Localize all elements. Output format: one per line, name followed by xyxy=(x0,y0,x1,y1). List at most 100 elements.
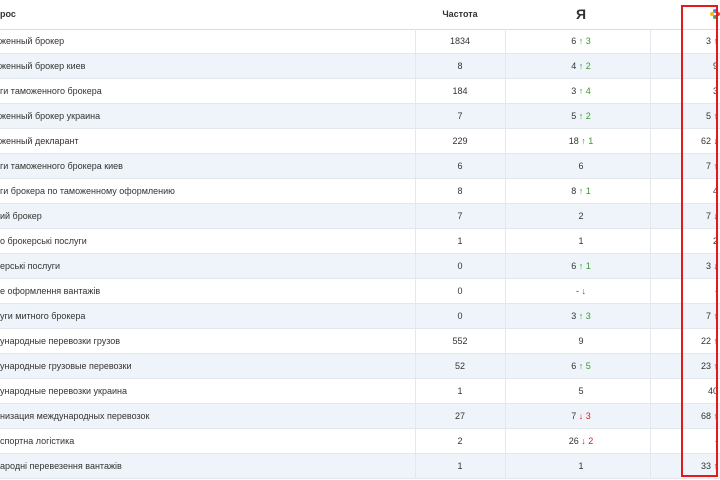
table-row[interactable]: уги митного брокера 0 3 ↑ 3 7 ↑ xyxy=(0,304,720,329)
yandex-position-cell: 6 ↑ 3 xyxy=(521,29,641,54)
yandex-position-cell: 3 ↑ 3 xyxy=(521,304,641,329)
table-row[interactable]: ги таможенного брокера 184 3 ↑ 4 3 xyxy=(0,79,720,104)
arrow-up-icon: ↑ xyxy=(710,336,718,346)
table-row[interactable]: ги таможенного брокера киев 6 6 7 ↑ xyxy=(0,154,720,179)
table-row[interactable]: ий брокер 7 2 7 ↓ xyxy=(0,204,720,229)
frequency-cell: 7 xyxy=(457,211,463,221)
query-cell[interactable]: ги брокера по таможенному оформлению xyxy=(0,179,175,204)
arrow-down-icon: ↓ xyxy=(710,211,718,221)
yandex-position-cell: 26 ↓ 2 xyxy=(521,429,641,454)
arrow-down-icon: ↓ xyxy=(578,436,586,446)
query-cell[interactable]: женный брокер xyxy=(0,29,64,54)
yandex-position-cell: 2 xyxy=(521,204,641,229)
query-cell[interactable]: ий брокер xyxy=(0,204,42,229)
frequency-cell: 0 xyxy=(457,286,463,296)
table-row[interactable]: спортна логістика 2 26 ↓ 2- xyxy=(0,429,720,454)
table-row[interactable]: ародні перевезення вантажів 1 1 33 ↑ xyxy=(0,454,720,479)
yandex-position-cell: 6 ↑ 1 xyxy=(521,254,641,279)
query-cell[interactable]: низация международных перевозок xyxy=(0,404,149,429)
table-row[interactable]: ународные грузовые перевозки 52 6 ↑ 5 23 ↑ xyxy=(0,354,720,379)
query-cell[interactable]: ународные перевозки грузов xyxy=(0,329,120,354)
yandex-column-header[interactable]: Я xyxy=(556,0,606,29)
yandex-position-cell: 6 xyxy=(521,154,641,179)
query-cell[interactable]: о брокерські послуги xyxy=(0,229,87,254)
table-row[interactable]: ерські послуги 0 6 ↑ 1 3 ↓ xyxy=(0,254,720,279)
query-cell[interactable]: женный брокер киев xyxy=(0,54,85,79)
query-cell[interactable]: спортна логістика xyxy=(0,429,74,454)
frequency-cell: 8 xyxy=(457,61,463,71)
frequency-cell: 8 xyxy=(457,186,463,196)
column-divider xyxy=(505,129,506,153)
column-divider xyxy=(505,429,506,453)
yandex-position-delta: 2 xyxy=(583,111,591,121)
arrow-down-icon: ↓ xyxy=(710,136,718,146)
query-cell[interactable]: ерські послуги xyxy=(0,254,60,279)
google-position-cell: 2 xyxy=(650,229,718,254)
arrow-up-icon: ↑ xyxy=(710,161,718,171)
yandex-position-delta: 2 xyxy=(585,436,594,446)
google-position-value: 4 xyxy=(712,186,718,196)
yandex-position-value: 9 xyxy=(578,336,584,346)
yandex-position-delta: 2 xyxy=(583,61,591,71)
yandex-position-value: 1 xyxy=(578,461,584,471)
google-position-cell: 5 ↑ xyxy=(650,104,718,129)
column-divider xyxy=(505,229,506,253)
table-row[interactable]: ународные перевозки украина 1 5 40 xyxy=(0,379,720,404)
query-cell[interactable]: женный брокер украина xyxy=(0,104,100,129)
google-position-cell: 22 ↑ xyxy=(650,329,718,354)
table-row[interactable]: женный брокер 1834 6 ↑ 33 ↑ xyxy=(0,29,720,54)
yandex-position-delta: 3 xyxy=(583,311,591,321)
google-position-cell: 9 xyxy=(650,54,718,79)
query-cell[interactable]: женный декларант xyxy=(0,129,79,154)
google-position-cell: 4 xyxy=(650,179,718,204)
yandex-position-cell: 1 xyxy=(521,454,641,479)
google-position-cell: - xyxy=(650,279,718,304)
yandex-position-value: 1 xyxy=(578,236,584,246)
column-divider xyxy=(505,279,506,303)
yandex-position-cell: 9 xyxy=(521,329,641,354)
table-row[interactable]: женный декларант 229 18 ↑ 1 62 ↓ xyxy=(0,129,720,154)
google-position-value: 2 xyxy=(712,236,718,246)
yandex-position-cell: 3 ↑ 4 xyxy=(521,79,641,104)
table-row[interactable]: ународные перевозки грузов 552 9 22 ↑ xyxy=(0,329,720,354)
query-cell[interactable]: е оформлення вантажів xyxy=(0,279,100,304)
query-column-header[interactable]: рос xyxy=(0,0,16,29)
yandex-position-cell: 7 ↓ 3 xyxy=(521,404,641,429)
frequency-cell: 1834 xyxy=(449,36,471,46)
google-position-cell: 40 xyxy=(650,379,718,404)
table-row[interactable]: низация международных перевозок 27 7 ↓ 3 68… xyxy=(0,404,720,429)
query-cell[interactable]: уги митного брокера xyxy=(0,304,85,329)
arrow-up-icon: ↑ xyxy=(710,111,718,121)
yandex-position-cell: 4 ↑ 2 xyxy=(521,54,641,79)
column-divider xyxy=(505,379,506,403)
column-divider xyxy=(505,354,506,378)
yandex-position-value: 5 xyxy=(578,386,584,396)
query-cell[interactable]: ародні перевезення вантажів xyxy=(0,454,122,479)
column-divider xyxy=(505,29,506,53)
frequency-cell: 0 xyxy=(457,311,463,321)
frequency-column-header[interactable]: Частота xyxy=(415,0,505,29)
google-position-cell: 62 ↓ xyxy=(650,129,718,154)
table-row[interactable]: о брокерські послуги 1 1 2 xyxy=(0,229,720,254)
table-row[interactable]: женный брокер киев 8 4 ↑ 2 9 xyxy=(0,54,720,79)
table-row[interactable]: женный брокер украина 7 5 ↑ 2 5 ↑ xyxy=(0,104,720,129)
yandex-position-delta: 5 xyxy=(583,361,591,371)
frequency-cell: 1 xyxy=(457,461,463,471)
query-cell[interactable]: ународные грузовые перевозки xyxy=(0,354,132,379)
frequency-cell: 1 xyxy=(457,386,463,396)
yandex-position-cell: 8 ↑ 1 xyxy=(521,179,641,204)
table-row[interactable]: е оформлення вантажів 0 - ↓ - xyxy=(0,279,720,304)
column-divider xyxy=(505,104,506,128)
yandex-position-value: 26 xyxy=(568,436,579,446)
google-icon[interactable] xyxy=(709,8,720,20)
google-position-cell: 7 ↑ xyxy=(650,154,718,179)
query-cell[interactable]: ги таможенного брокера xyxy=(0,79,102,104)
query-cell[interactable]: ги таможенного брокера киев xyxy=(0,154,123,179)
google-position-value: 3 xyxy=(712,86,718,96)
frequency-cell: 0 xyxy=(457,261,463,271)
column-divider xyxy=(505,204,506,228)
frequency-cell: 27 xyxy=(454,411,465,421)
table-row[interactable]: ги брокера по таможенному оформлению 8 8 ↑… xyxy=(0,179,720,204)
query-cell[interactable]: ународные перевозки украина xyxy=(0,379,127,404)
google-position-cell: 23 ↑ xyxy=(650,354,718,379)
